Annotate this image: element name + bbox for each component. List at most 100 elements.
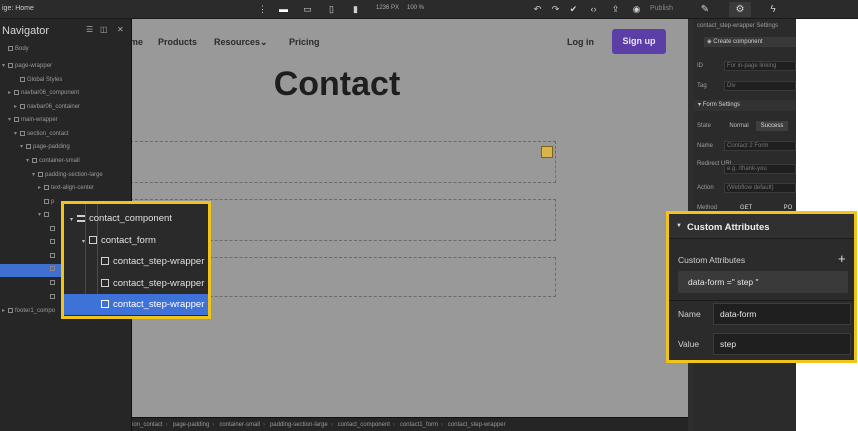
navigator-tree-item[interactable]: ▾ container-small xyxy=(0,155,132,168)
navigator-tree-item[interactable]: ▾ page-wrapper xyxy=(0,60,132,73)
element-box-icon xyxy=(50,280,55,285)
navigator-zoom-item-selected[interactable]: contact_step-wrapper xyxy=(64,294,208,315)
nav-link-products[interactable]: Products xyxy=(158,37,197,47)
navigator-tree-item[interactable]: Body xyxy=(0,43,132,56)
chevron-right-icon: › xyxy=(263,422,265,428)
attribute-name-label: Name xyxy=(678,309,701,319)
redo-icon[interactable]: ↷ xyxy=(548,2,563,16)
close-icon[interactable]: ✕ xyxy=(117,25,124,34)
tree-item-label: contact_component xyxy=(89,213,172,224)
tree-item-label: navbar06_container xyxy=(27,104,81,110)
redirect-url-input[interactable]: e.g. /thank-you xyxy=(724,164,796,174)
form-settings-section[interactable]: ▾ Form Settings xyxy=(694,100,796,111)
design-canvas[interactable]: me Products Resources ⌄ Pricing Log in S… xyxy=(132,19,688,417)
custom-attributes-section-header[interactable]: ▼ Custom Attributes xyxy=(669,214,854,239)
more-options-icon[interactable]: ⋮ xyxy=(255,2,270,16)
navigator-zoom-item[interactable]: ▾ contact_component xyxy=(64,208,208,229)
mobile-portrait-icon[interactable]: ▮ xyxy=(348,2,363,16)
tree-item-label: padding-section-large xyxy=(45,172,103,178)
breadcrumb-item[interactable]: ion_contact xyxy=(132,418,166,431)
style-brush-icon[interactable]: ✎ xyxy=(694,2,716,17)
signup-button[interactable]: Sign up xyxy=(612,29,666,54)
form-element-badge-icon xyxy=(541,146,553,158)
breadcrumb-item[interactable]: contact1_form xyxy=(400,418,441,431)
navigator-tree-item[interactable]: ▾ section_contact xyxy=(0,128,132,141)
tree-toggle-icon[interactable]: ▾ xyxy=(82,232,89,253)
state-normal-tab[interactable]: Normal xyxy=(724,121,754,131)
nav-link-home[interactable]: me xyxy=(132,37,143,47)
element-box-icon xyxy=(14,117,19,122)
navigator-zoom-item[interactable]: contact_step-wrapper xyxy=(64,251,208,272)
state-success-tab[interactable]: Success xyxy=(756,121,788,131)
breadcrumb-item[interactable]: container-small xyxy=(219,418,263,431)
attribute-name-input[interactable]: data-form xyxy=(713,303,851,325)
element-box-icon xyxy=(44,212,49,217)
nav-link-resources[interactable]: Resources xyxy=(214,37,260,47)
element-box-icon xyxy=(20,104,25,109)
breadcrumb-item[interactable]: page-padding xyxy=(173,418,213,431)
nav-link-login[interactable]: Log in xyxy=(567,37,594,47)
navigator-tree-item[interactable]: ▸ text-align-center xyxy=(0,182,132,195)
element-box-icon xyxy=(50,294,55,299)
element-box-icon xyxy=(50,253,55,258)
share-icon[interactable]: ⇪ xyxy=(608,2,623,16)
attribute-value-label: Value xyxy=(678,339,700,349)
custom-attribute-item[interactable]: data-form =" step " xyxy=(678,271,848,293)
navigator-zoom-item[interactable]: contact_step-wrapper xyxy=(64,273,208,294)
preview-icon[interactable]: ◉ xyxy=(629,2,644,16)
navigator-zoom-item[interactable]: ▾ contact_form xyxy=(64,230,208,251)
dock-icon[interactable]: ◫ xyxy=(100,25,108,34)
element-box-icon xyxy=(32,158,37,163)
navigator-tree-item[interactable]: Global Styles xyxy=(0,74,132,87)
element-box-icon xyxy=(44,185,49,190)
tree-toggle-icon[interactable]: ▾ xyxy=(70,210,77,231)
desktop-breakpoint-icon[interactable]: ▬ xyxy=(276,2,291,16)
navigator-title: Navigator xyxy=(2,25,50,37)
code-icon[interactable]: ‹› xyxy=(586,2,601,16)
breadcrumb-item[interactable]: contact_component xyxy=(338,418,393,431)
create-component-button[interactable]: ◈ Create component xyxy=(704,37,796,47)
element-box-icon xyxy=(20,131,25,136)
chevron-right-icon: › xyxy=(165,422,168,428)
tablet-breakpoint-icon[interactable]: ▭ xyxy=(300,2,315,16)
navigator-tree-item[interactable]: ▾ page-padding xyxy=(0,141,132,154)
chevron-right-icon: › xyxy=(440,422,443,428)
chevron-down-icon[interactable]: ⌄ xyxy=(260,37,268,48)
pin-icon[interactable]: ☰ xyxy=(86,25,93,34)
action-input[interactable]: (Webflow default) xyxy=(724,183,796,193)
breadcrumb-item[interactable]: padding-section-large xyxy=(270,418,331,431)
element-box-icon xyxy=(101,300,109,308)
tree-item-label: page-wrapper xyxy=(15,63,53,69)
page-heading[interactable]: Contact xyxy=(132,65,542,104)
settings-gear-icon[interactable]: ⚙ xyxy=(729,2,751,17)
element-box-icon xyxy=(89,235,97,244)
element-box-icon xyxy=(14,90,19,95)
navigator-tree-item[interactable]: ▾ padding-section-large xyxy=(0,169,132,182)
site-navbar: me Products Resources ⌄ Pricing Log in S… xyxy=(132,19,688,63)
element-box-icon xyxy=(8,46,13,51)
mobile-landscape-icon[interactable]: ▯ xyxy=(324,2,339,16)
navigator-tree-item[interactable]: ▸ navbar06_container xyxy=(0,101,132,114)
attribute-value-input[interactable]: step xyxy=(713,333,851,355)
navigator-tree-item[interactable]: ▾ main-wrapper xyxy=(0,114,132,127)
navigator-tree-item[interactable]: ▸ navbar06_component xyxy=(0,87,132,100)
tag-select[interactable]: Div xyxy=(724,81,796,91)
element-box-icon xyxy=(101,278,109,287)
form-step-box[interactable] xyxy=(132,141,556,183)
add-attribute-icon[interactable]: + xyxy=(838,251,846,266)
interactions-icon[interactable]: ϟ xyxy=(762,2,784,17)
id-input[interactable]: For in-page linking xyxy=(724,61,796,71)
form-block-icon xyxy=(77,215,85,222)
page-selector[interactable]: ige: Home xyxy=(2,5,34,12)
tree-item-label: Global Styles xyxy=(27,77,63,83)
tree-item-label: navbar06_component xyxy=(21,90,80,96)
audit-check-icon[interactable]: ✔ xyxy=(566,2,581,16)
publish-button[interactable]: Publish xyxy=(650,5,673,12)
element-box-icon xyxy=(50,226,55,231)
breadcrumb-item[interactable]: contact_step-wrapper xyxy=(448,418,509,431)
nav-link-pricing[interactable]: Pricing xyxy=(289,37,320,47)
undo-icon[interactable]: ↶ xyxy=(530,2,545,16)
form-name-input[interactable]: Contact 2 Form xyxy=(724,141,796,151)
chevron-right-icon: › xyxy=(330,422,333,428)
custom-attributes-title: Custom Attributes xyxy=(687,222,770,233)
